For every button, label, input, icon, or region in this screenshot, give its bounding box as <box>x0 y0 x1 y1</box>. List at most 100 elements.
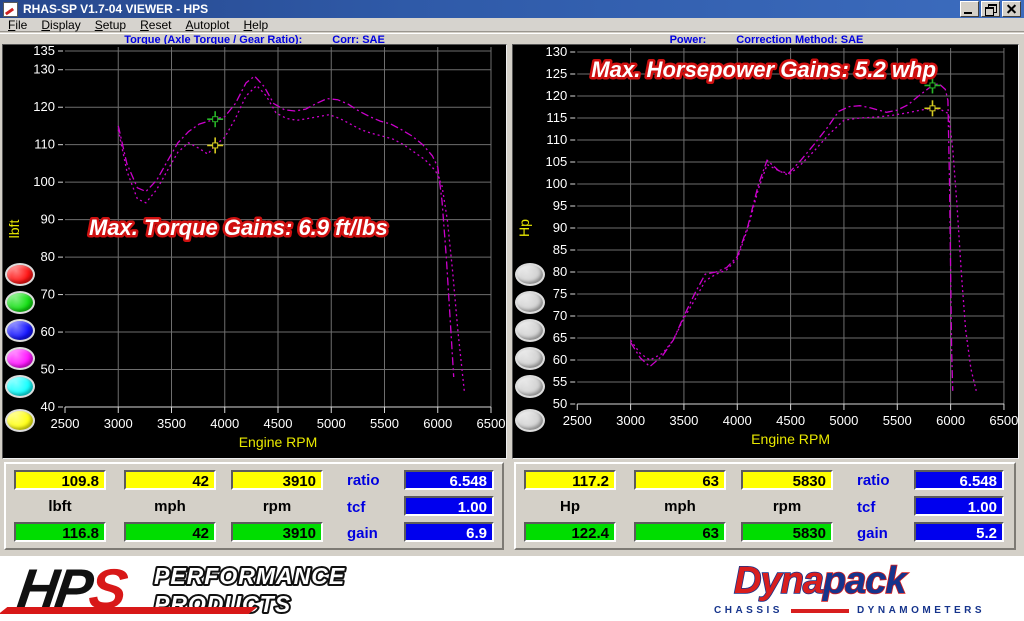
power-modified-rpm: 5830 <box>741 522 833 542</box>
svg-text:Engine RPM: Engine RPM <box>239 434 318 450</box>
minimize-button[interactable] <box>960 1 979 17</box>
torque-tcf-value: 1.00 <box>404 496 494 516</box>
hps-swoosh <box>0 607 257 614</box>
svg-text:95: 95 <box>553 198 568 213</box>
power-channel-button-5[interactable] <box>515 375 545 398</box>
svg-text:70: 70 <box>41 287 55 302</box>
svg-text:3500: 3500 <box>669 413 698 428</box>
svg-text:90: 90 <box>41 212 55 227</box>
window-title: RHAS-SP V1.7-04 VIEWER - HPS <box>23 2 208 16</box>
power-chart[interactable]: 5055606570758085909510010511011512012513… <box>512 44 1019 459</box>
menu-setup[interactable]: Setup <box>95 18 126 32</box>
torque-channel-button-3[interactable] <box>5 319 35 342</box>
ratio-label: ratio <box>347 472 399 489</box>
svg-text:6500: 6500 <box>477 416 506 431</box>
svg-text:80: 80 <box>553 264 568 279</box>
svg-text:50: 50 <box>553 396 568 411</box>
svg-text:130: 130 <box>545 45 567 59</box>
power-channel-button-4[interactable] <box>515 347 545 370</box>
torque-chart[interactable]: 4050607080901001101201301352500300035004… <box>2 44 507 459</box>
torque-modified-rpm: 3910 <box>231 522 323 542</box>
svg-text:Hp: Hp <box>516 219 532 237</box>
torque-channel-button-1[interactable] <box>5 263 35 286</box>
svg-text:5500: 5500 <box>883 413 912 428</box>
menu-help[interactable]: Help <box>244 18 269 32</box>
gain-label: gain <box>857 525 909 542</box>
svg-text:40: 40 <box>41 399 55 414</box>
torque-modified-mph: 42 <box>124 522 216 542</box>
rpm-unit-label: rpm <box>741 498 833 515</box>
app-window: RHAS-SP V1.7-04 VIEWER - HPS File Displa… <box>0 0 1024 621</box>
power-channel-button-2[interactable] <box>515 291 545 314</box>
power-modified-mph: 63 <box>634 522 726 542</box>
power-baseline-rpm: 5830 <box>741 470 833 490</box>
power-baseline-mph: 63 <box>634 470 726 490</box>
svg-text:135: 135 <box>33 45 55 58</box>
svg-text:110: 110 <box>546 132 567 147</box>
svg-text:60: 60 <box>553 352 568 367</box>
svg-text:2500: 2500 <box>563 413 592 428</box>
svg-text:6000: 6000 <box>936 413 965 428</box>
tcf-label: tcf <box>347 499 399 516</box>
menu-reset[interactable]: Reset <box>140 18 171 32</box>
restore-button[interactable] <box>981 1 1000 17</box>
svg-text:4000: 4000 <box>210 416 239 431</box>
svg-text:70: 70 <box>553 308 568 323</box>
title-bar: RHAS-SP V1.7-04 VIEWER - HPS <box>0 0 1024 18</box>
power-ratio-value: 6.548 <box>914 470 1004 490</box>
svg-text:120: 120 <box>545 88 567 103</box>
svg-text:65: 65 <box>553 330 568 345</box>
hps-logo: HPS PERFORMANCE PRODUCTS <box>18 558 360 620</box>
chart-row: 4050607080901001101201301352500300035004… <box>0 44 1024 459</box>
svg-text:4500: 4500 <box>264 416 293 431</box>
svg-text:85: 85 <box>553 242 568 257</box>
power-channel-button-6[interactable] <box>515 409 545 432</box>
menu-file[interactable]: File <box>8 18 27 32</box>
torque-results-panel: 109.8 42 3910 lbft mph rpm 116.8 42 3910… <box>4 462 504 550</box>
svg-text:lbft: lbft <box>6 220 22 239</box>
svg-text:80: 80 <box>41 249 55 264</box>
svg-text:110: 110 <box>34 137 55 152</box>
results-row: 109.8 42 3910 lbft mph rpm 116.8 42 3910… <box>0 459 1024 556</box>
torque-channel-button-5[interactable] <box>5 375 35 398</box>
app-icon <box>3 2 18 17</box>
svg-text:100: 100 <box>33 174 55 189</box>
tcf-label: tcf <box>857 499 909 516</box>
dynapack-wordmark: Dynapack <box>700 562 1010 602</box>
menu-autoplot[interactable]: Autoplot <box>185 18 229 32</box>
svg-text:Dynapack: Dynapack <box>734 562 908 602</box>
power-channel-button-3[interactable] <box>515 319 545 342</box>
torque-channel-button-6[interactable] <box>5 409 35 432</box>
svg-text:Engine RPM: Engine RPM <box>751 431 830 447</box>
torque-channel-button-4[interactable] <box>5 347 35 370</box>
svg-text:90: 90 <box>553 220 568 235</box>
torque-modified-value: 116.8 <box>14 522 106 542</box>
torque-baseline-mph: 42 <box>124 470 216 490</box>
power-tcf-value: 1.00 <box>914 496 1004 516</box>
hps-mark: HPS <box>14 561 128 617</box>
svg-text:55: 55 <box>553 374 568 389</box>
svg-text:Max. Torque Gains: 6.9 ft/lbs: Max. Torque Gains: 6.9 ft/lbs <box>89 215 388 240</box>
svg-text:3500: 3500 <box>157 416 186 431</box>
power-results-panel: 117.2 63 5830 Hp mph rpm 122.4 63 5830 r… <box>514 462 1016 550</box>
menu-display[interactable]: Display <box>41 18 80 32</box>
torque-unit-label: lbft <box>14 498 106 515</box>
svg-text:75: 75 <box>553 286 568 301</box>
power-chart-plot[interactable]: 5055606570758085909510010511011512012513… <box>513 45 1018 458</box>
power-baseline-value: 117.2 <box>524 470 616 490</box>
mph-unit-label: mph <box>634 498 726 515</box>
torque-channel-button-2[interactable] <box>5 291 35 314</box>
power-gain-value: 5.2 <box>914 522 1004 542</box>
svg-text:6000: 6000 <box>423 416 452 431</box>
svg-text:115: 115 <box>546 110 567 125</box>
logo-strip: HPS PERFORMANCE PRODUCTS Dynapack CHASSI… <box>0 556 1024 621</box>
close-button[interactable] <box>1002 1 1021 17</box>
torque-baseline-rpm: 3910 <box>231 470 323 490</box>
power-channel-button-1[interactable] <box>515 263 545 286</box>
mph-unit-label: mph <box>124 498 216 515</box>
dynapack-red-bar <box>791 609 849 613</box>
torque-chart-plot[interactable]: 4050607080901001101201301352500300035004… <box>3 45 506 458</box>
dynapack-logo: Dynapack CHASSIS DYNAMOMETERS <box>700 562 1010 616</box>
torque-ratio-value: 6.548 <box>404 470 494 490</box>
hp-unit-label: Hp <box>524 498 616 515</box>
